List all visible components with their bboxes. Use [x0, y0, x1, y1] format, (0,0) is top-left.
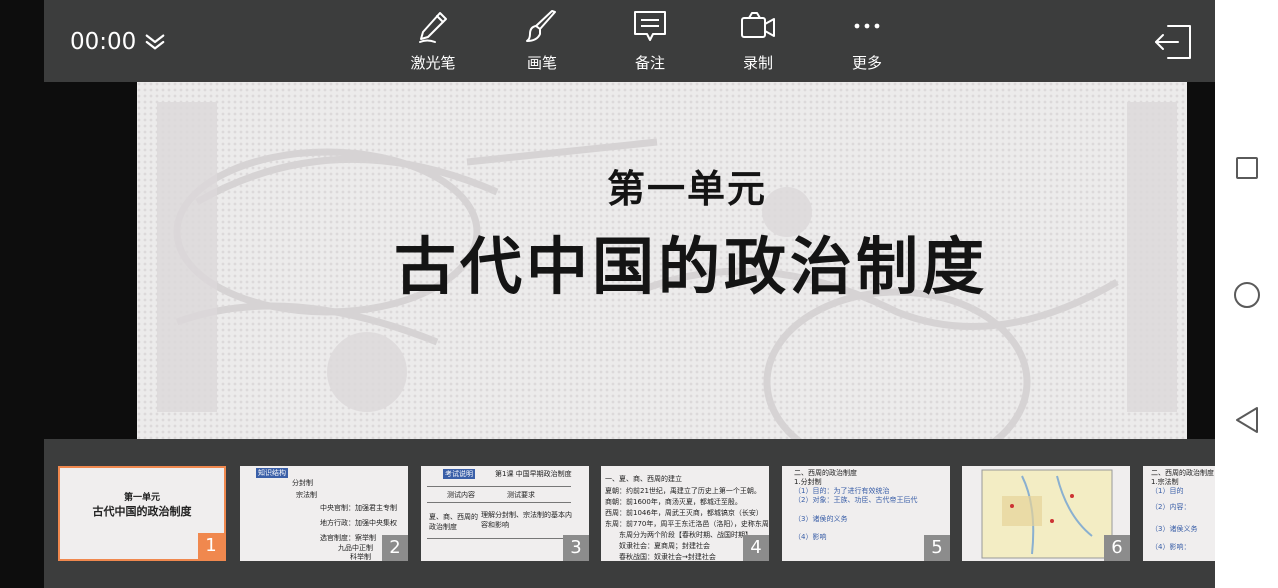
laser-pen-label: 激光笔: [410, 54, 456, 72]
slide-subtitle: 第一单元: [606, 167, 767, 211]
system-nav-bar: [1215, 0, 1278, 588]
slide-number: 1: [198, 533, 224, 559]
brush-button[interactable]: 画笔: [502, 6, 582, 76]
slide-thumbnail[interactable]: 知识结构 分封制 宗法制 中央官制：加强君主专制 地方行政：加强中央集权 选官制…: [240, 466, 408, 561]
thumb-line: 奴隶社会：夏商周；封建社会: [619, 542, 710, 550]
triangle-back-icon[interactable]: [1229, 402, 1265, 438]
brush-icon: [526, 10, 556, 42]
record-video-icon: [741, 12, 775, 38]
notes-icon: [634, 11, 666, 41]
record-button[interactable]: 录制: [718, 6, 798, 76]
thumb-line: （3）诸侯的义务: [794, 515, 848, 523]
slide-number: 4: [743, 535, 769, 561]
thumb-line: 商朝：前1600年，商汤灭夏，都城迁至殷。: [605, 498, 742, 506]
timer-display: 00:00: [70, 29, 137, 55]
thumb-col: 测试要求: [507, 491, 535, 499]
thumb-line: 春秋战国：奴隶社会→封建社会: [619, 553, 716, 561]
thumb-line: 夏朝：约前21世纪，禹建立了历史上第一个王朝。: [605, 487, 761, 495]
thumb-heading: 知识结构: [256, 468, 288, 478]
slide-thumbnail[interactable]: 二、西周的政治制度 1.宗法制 （1）目的 （2）内容： （3）诸侯义务 （4）…: [1143, 466, 1215, 561]
thumb-cell: 理解分封制、宗法制的基本内容和影响: [481, 511, 572, 529]
thumb-title: 古代中国的政治制度: [92, 505, 192, 518]
thumb-line: （2）对象：王族、功臣、古代帝王后代: [794, 496, 918, 504]
timer-toggle[interactable]: 00:00: [70, 26, 166, 58]
thumb-line: （4）影响: [794, 533, 827, 541]
thumb-col: 测试内容: [447, 491, 475, 499]
slide-thumbnail[interactable]: 一、夏、商、西周的建立 夏朝：约前21世纪，禹建立了历史上第一个王朝。 商朝：前…: [601, 466, 769, 561]
circle-icon[interactable]: [1229, 277, 1265, 313]
double-chevron-down-icon: [145, 34, 165, 50]
notes-button[interactable]: 备注: [610, 6, 690, 76]
thumb-line: （3）诸侯义务: [1151, 525, 1198, 533]
thumb-subtitle: 第一单元: [123, 493, 160, 503]
thumb-line: 科举制: [350, 553, 371, 561]
current-slide[interactable]: 第一单元 古代中国的政治制度: [137, 82, 1187, 439]
notes-label: 备注: [634, 54, 665, 72]
thumb-line: （4）影响：: [1151, 543, 1191, 551]
slide-number: 2: [382, 535, 408, 561]
exit-icon[interactable]: [1150, 20, 1194, 64]
slide-number: 3: [563, 535, 589, 561]
presenter-toolbar: 00:00 激光笔 画笔 备注 录制 更多: [44, 0, 1215, 82]
laser-pen-icon: [419, 12, 447, 43]
record-label: 录制: [742, 54, 773, 72]
thumb-line: 中央官制：加强君主专制: [320, 504, 397, 512]
thumb-line: （1）目的: [1151, 487, 1184, 495]
thumb-line: 一、夏、商、西周的建立: [605, 475, 682, 483]
thumb-heading: 考试说明: [443, 469, 475, 479]
thumb-line: 东周分为两个阶段【春秋时期、战国时期】: [619, 531, 752, 539]
square-icon[interactable]: [1229, 150, 1265, 186]
slide-thumbnail[interactable]: 考试说明 第1课 中国早期政治制度 测试内容 测试要求 夏、商、西周的政治制度 …: [421, 466, 589, 561]
thumb-line: 东周：前770年，周平王东迁洛邑（洛阳），史称东周。: [605, 520, 769, 528]
presentation-app: 00:00 激光笔 画笔 备注 录制 更多 第一单元 古代中国的政治制度 第一单…: [0, 0, 1278, 588]
thumb-line: 西周：前1046年，周武王灭商，都城镐京（长安）: [605, 509, 763, 517]
slide-number: 5: [924, 535, 950, 561]
slide-thumbnail[interactable]: 二、西周的政治制度 1.分封制 （1）目的：为了进行有效统治 （2）对象：王族、…: [782, 466, 950, 561]
thumb-cell: 夏、商、西周的政治制度: [429, 513, 478, 531]
thumb-line: 宗法制: [296, 491, 317, 499]
laser-pen-button[interactable]: 激光笔: [393, 6, 473, 76]
more-button[interactable]: 更多: [827, 6, 907, 76]
thumb-title: 第1课 中国早期政治制度: [495, 470, 572, 478]
slide-thumbnail[interactable]: 第一单元 古代中国的政治制度 1: [58, 466, 226, 561]
thumb-line: （2）内容：: [1151, 503, 1191, 511]
slide-title: 古代中国的政治制度: [393, 230, 988, 303]
thumb-line: 分封制: [292, 479, 313, 487]
brush-label: 画笔: [526, 54, 557, 72]
more-label: 更多: [851, 54, 882, 72]
slide-thumbnail-strip: 第一单元 古代中国的政治制度 1 知识结构 分封制 宗法制 中央官制：加强君主专…: [44, 439, 1215, 588]
thumb-line: 地方行政：加强中央集权: [320, 519, 397, 527]
more-dots-icon: [854, 23, 880, 29]
slide-number: 6: [1104, 535, 1130, 561]
thumb-line: 选官制度：察举制: [320, 534, 376, 542]
slide-thumbnail[interactable]: 6: [962, 466, 1130, 561]
